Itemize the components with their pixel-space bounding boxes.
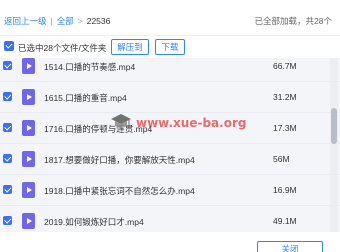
file-name: 1817.想要做好口播，你要解放天性.mp4 <box>44 155 195 165</box>
selection-bar: 已选中28个文件/文件夹 解压到 下载 <box>0 36 340 58</box>
video-file-icon <box>22 151 35 167</box>
download-button[interactable]: 下载 <box>155 39 185 55</box>
loaded-status: 已全部加载，共28个 <box>254 16 332 26</box>
file-row[interactable]: 1817.想要做好口播，你要解放天性.mp4 56M <box>0 144 340 175</box>
file-row[interactable]: 1615.口播的重音.mp4 31.2M <box>0 82 340 113</box>
file-name: 1918.口播中紧张忘词不自然怎么办.mp4 <box>44 186 195 196</box>
select-all-checkbox[interactable] <box>4 41 14 51</box>
file-size: 16.9M <box>273 185 297 195</box>
scrollbar-thumb[interactable] <box>331 108 337 144</box>
row-checkbox[interactable] <box>3 154 12 163</box>
file-size: 56M <box>273 154 290 164</box>
file-name: 1514.口播的节奏感.mp4 <box>44 62 136 72</box>
file-name: 1716.口播的停顿与连贯.mp4 <box>44 124 153 134</box>
row-checkbox[interactable] <box>3 185 12 194</box>
breadcrumb-separator: | <box>50 16 53 26</box>
row-checkbox[interactable] <box>3 123 12 132</box>
file-row[interactable]: 2019.如何锻炼好口才.mp4 49.1M <box>0 206 340 232</box>
selection-summary: 已选中28个文件/文件夹 <box>18 43 107 53</box>
file-row[interactable]: 1716.口播的停顿与连贯.mp4 17.3M <box>0 113 340 144</box>
close-button[interactable]: 关闭 <box>257 241 323 252</box>
video-file-icon <box>22 89 35 105</box>
row-checkbox[interactable] <box>3 61 12 70</box>
scrollbar-track[interactable] <box>330 58 338 232</box>
video-file-icon <box>22 120 35 136</box>
footer: 关闭 <box>0 232 340 252</box>
file-size: 66.7M <box>273 61 297 71</box>
row-checkbox[interactable] <box>3 92 12 101</box>
file-row[interactable]: 1918.口播中紧张忘词不自然怎么办.mp4 16.9M <box>0 175 340 206</box>
video-file-icon <box>22 182 35 198</box>
video-file-icon <box>22 58 35 74</box>
breadcrumb-bar: 返回上一级 | 全部 >22536 已全部加载，共28个 <box>0 0 340 36</box>
breadcrumb-separator: > <box>77 16 83 26</box>
file-size: 49.1M <box>273 216 297 226</box>
file-name: 2019.如何锻炼好口才.mp4 <box>44 217 144 227</box>
file-size: 31.2M <box>273 92 297 102</box>
file-size: 17.3M <box>273 123 297 133</box>
breadcrumb: 返回上一级 | 全部 >22536 <box>4 15 110 27</box>
current-folder: 22536 <box>86 16 111 26</box>
video-file-icon <box>22 213 35 229</box>
file-row[interactable]: 1514.口播的节奏感.mp4 66.7M <box>0 58 340 82</box>
root-link[interactable]: 全部 <box>57 16 74 26</box>
file-name: 1615.口播的重音.mp4 <box>44 93 127 103</box>
back-link[interactable]: 返回上一级 <box>4 16 47 26</box>
row-checkbox[interactable] <box>3 216 12 225</box>
file-list: 1514.口播的节奏感.mp4 66.7M 1615.口播的重音.mp4 31.… <box>0 58 340 232</box>
unzip-button[interactable]: 解压到 <box>111 39 149 55</box>
